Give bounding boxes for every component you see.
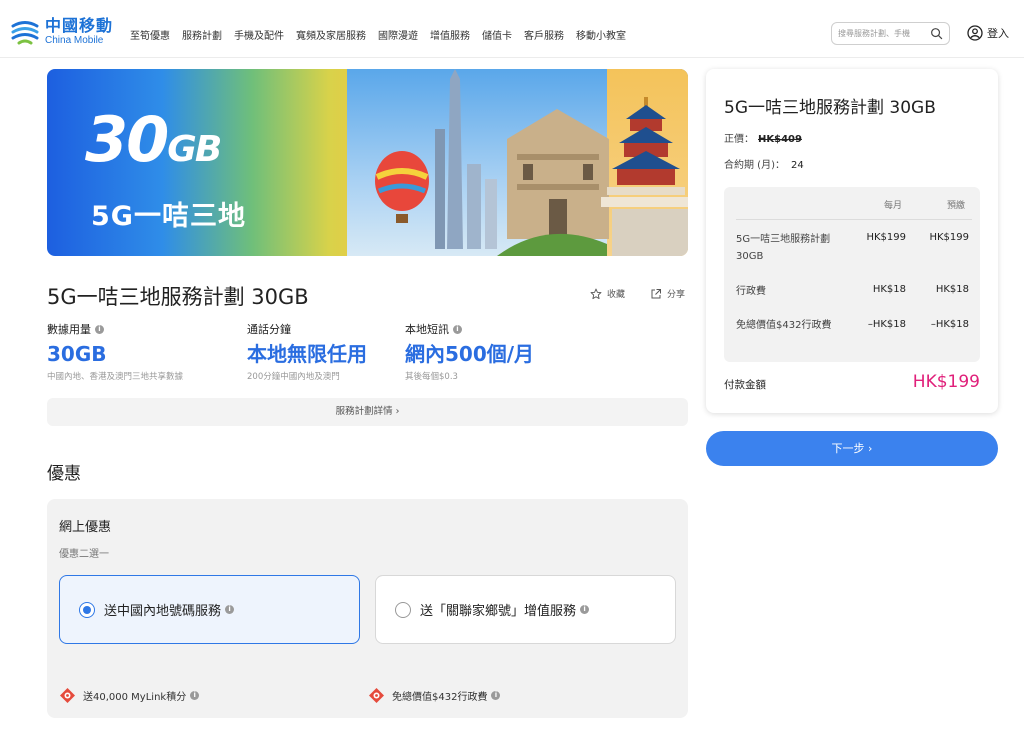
offer-option-label: 送中國內地號碼服務 (104, 604, 222, 619)
nav-item-prepaid-card[interactable]: 儲值卡 (482, 27, 512, 42)
row-label: 5G一咭三地服務計劃 30GB (736, 234, 831, 262)
search-input[interactable] (838, 29, 928, 38)
original-price-line: 正價： HK$409 (724, 130, 802, 145)
gift-diamond-icon (369, 688, 384, 703)
search-box (831, 22, 950, 45)
spec-sms-note: 其後每個$0.3 (405, 372, 458, 382)
login-label: 登入 (987, 27, 1009, 40)
star-icon (590, 288, 602, 299)
online-offers-title: 網上優惠 (59, 520, 112, 535)
perk-admin-fee-waiver: 免總價值$432行政費 i (368, 687, 501, 704)
china-mobile-logo[interactable]: 中國移動 China Mobile (10, 17, 113, 47)
column-header-prepaid: 預繳 (947, 201, 966, 211)
plan-details-button[interactable]: 服務計劃詳情 › (47, 398, 688, 426)
china-mobile-logo-icon (11, 21, 39, 45)
radio-selected[interactable] (79, 601, 95, 618)
login-button[interactable]: 登入 (967, 25, 1009, 41)
banner-data-amount: 30GB (85, 109, 222, 171)
top-header: 中國移動 China Mobile 至筍優惠 服務計劃 手機及配件 寬頻及家居服… (0, 0, 1024, 58)
row-monthly-value: –HK$18 (867, 319, 906, 330)
contract-period-value: 24 (790, 160, 804, 171)
order-summary-card: 5G一咭三地服務計劃 30GB 正價： HK$409 合約期 (月)： 24 每月 … (706, 69, 998, 413)
nav-item-classroom[interactable]: 移動小教室 (576, 27, 626, 42)
spec-sms-value: 網內500個/月 (405, 342, 535, 366)
contract-period-label: 合約期 (月)： (724, 160, 785, 171)
nav-item-hot-offers[interactable]: 至筍優惠 (130, 27, 170, 42)
main-nav: 至筍優惠 服務計劃 手機及配件 寬頻及家居服務 國際漫遊 增值服務 儲值卡 客戶… (130, 27, 638, 42)
row-monthly-value: HK$18 (872, 284, 906, 295)
banner-subtitle: 5G一咭三地 (91, 201, 246, 232)
price-breakdown-table: 每月 預繳 5G一咭三地服務計劃 30GB HK$199 HK$199 行政費 … (724, 187, 980, 362)
row-prepaid-value: –HK$18 (930, 319, 969, 330)
share-label: 分享 (667, 290, 686, 300)
row-label: 免總價值$432行政費 (736, 320, 832, 331)
offer-option-hometown-number[interactable]: 送「關聯家鄉號」增值服務 i (375, 575, 676, 644)
next-step-button[interactable]: 下一步 › (706, 431, 998, 466)
online-offers-panel: 網上優惠 優惠二選一 送中國內地號碼服務 i 送「關聯家鄉號」增值服務 i 送4… (47, 499, 688, 718)
spec-call-note: 200分鐘中國內地及澳門 (247, 372, 340, 382)
nav-item-phones-accessories[interactable]: 手機及配件 (234, 27, 284, 42)
perk-mylink-points: 送40,000 MyLink積分 i (59, 687, 200, 704)
offer-option-label: 送「關聯家鄉號」增值服務 (420, 604, 577, 619)
landmarks-illustration (375, 69, 688, 256)
info-icon[interactable]: i (190, 691, 200, 700)
choose-one-hint: 優惠二選一 (59, 549, 109, 560)
nav-item-value-added[interactable]: 增值服務 (430, 27, 470, 42)
spec-data-value: 30GB (47, 342, 107, 366)
gift-diamond-icon (60, 688, 75, 703)
original-price-value: HK$409 (758, 134, 802, 145)
info-icon[interactable]: i (491, 691, 501, 700)
info-icon[interactable]: i (580, 605, 590, 614)
spec-sms-label: 本地短訊 (405, 323, 449, 336)
row-prepaid-value: HK$199 (929, 232, 969, 243)
spec-call-label: 通話分鐘 (247, 323, 291, 336)
table-divider (736, 219, 972, 220)
spec-call-minutes: 通話分鐘 本地無限任用 200分鐘中國內地及澳門 (247, 321, 367, 382)
spec-data-label: 數據用量 (47, 323, 91, 336)
search-icon[interactable] (930, 27, 943, 40)
perk-label: 免總價值$432行政費 (392, 692, 488, 703)
column-header-monthly: 每月 (884, 201, 903, 211)
offers-section-title: 優惠 (47, 464, 81, 484)
perk-label: 送40,000 MyLink積分 (83, 692, 187, 703)
radio-unselected[interactable] (395, 601, 411, 618)
spec-call-value: 本地無限任用 (247, 342, 367, 366)
offer-option-mainland-number[interactable]: 送中國內地號碼服務 i (59, 575, 360, 644)
nav-item-broadband-home[interactable]: 寬頻及家居服務 (296, 27, 366, 42)
nav-item-roaming[interactable]: 國際漫遊 (378, 27, 418, 42)
share-button[interactable]: 分享 (650, 287, 685, 300)
row-label: 行政費 (736, 286, 766, 297)
spec-local-sms: 本地短訊 i 網內500個/月 其後每個$0.3 (405, 321, 534, 382)
spec-data-note: 中國內地、香港及澳門三地共享數據 (47, 372, 184, 382)
spec-data-usage: 數據用量 i 30GB 中國內地、香港及澳門三地共享數據 (47, 321, 183, 382)
favorite-button[interactable]: 收藏 (590, 287, 625, 300)
row-monthly-value: HK$199 (866, 232, 906, 243)
nav-item-customer-service[interactable]: 客戶服務 (524, 27, 564, 42)
original-price-label: 正價： (724, 134, 754, 145)
banner-data-unit: GB (167, 129, 222, 170)
logo-name-en: China Mobile (45, 35, 104, 46)
info-icon[interactable]: i (95, 324, 104, 334)
summary-plan-title: 5G一咭三地服務計劃 30GB (724, 98, 936, 118)
info-icon[interactable]: i (225, 605, 235, 614)
plan-banner: 30GB 5G一咭三地 (47, 69, 688, 256)
info-icon[interactable]: i (453, 324, 462, 334)
row-prepaid-value: HK$18 (935, 284, 969, 295)
favorite-label: 收藏 (607, 290, 626, 300)
banner-data-number: 30 (85, 103, 169, 176)
logo-name-cn: 中國移動 (45, 16, 114, 35)
nav-item-service-plans[interactable]: 服務計劃 (182, 27, 222, 42)
payment-amount-label: 付款金額 (724, 379, 766, 391)
user-icon (967, 25, 983, 41)
contract-period-line: 合約期 (月)： 24 (724, 156, 804, 171)
plan-title: 5G一咭三地服務計劃 30GB (47, 285, 309, 309)
share-icon (651, 288, 661, 298)
payment-amount-value: HK$199 (912, 372, 980, 392)
